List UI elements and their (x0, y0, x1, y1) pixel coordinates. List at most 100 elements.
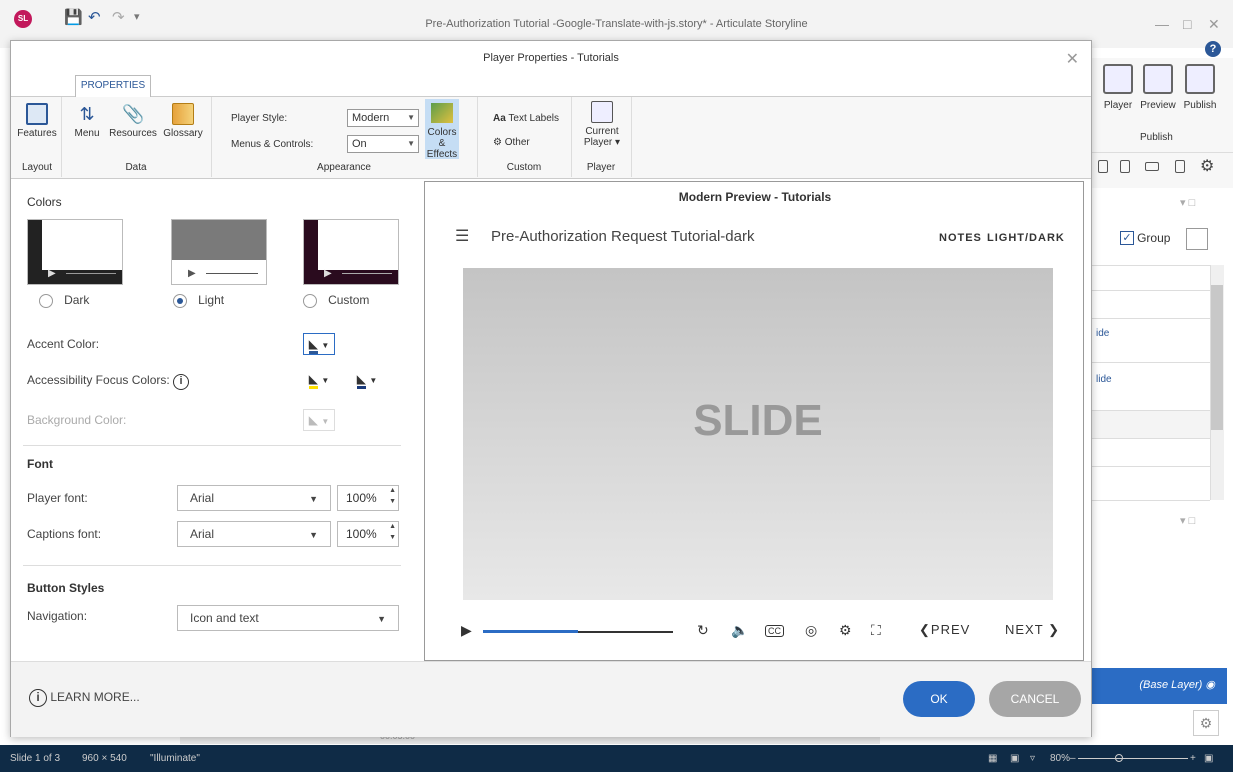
hamburger-menu-icon[interactable]: ☰ (455, 226, 469, 246)
next-button[interactable]: NEXT ❯ (1005, 622, 1060, 638)
layout-icon[interactable] (1098, 160, 1108, 173)
settings-gear-icon[interactable]: ⚙ (1200, 156, 1214, 176)
divider (1090, 290, 1210, 291)
text-labels-button[interactable]: Aa Text Labels (493, 113, 559, 124)
menu-button[interactable]: ⇅ Menu (67, 103, 107, 139)
closed-captions-icon[interactable]: CC (765, 625, 784, 637)
play-icon[interactable]: ▶ (461, 622, 472, 639)
variable-icon[interactable] (1186, 228, 1208, 250)
spinner-arrows-icon[interactable]: ▲ ▼ (389, 485, 396, 507)
glossary-button[interactable]: Glossary (161, 103, 205, 139)
zoom-out-icon[interactable]: – (1070, 745, 1076, 772)
divider (1090, 500, 1210, 501)
help-icon[interactable]: ? (1205, 41, 1221, 57)
paint-bucket-icon: ◣ (308, 413, 318, 427)
playback-speed-icon[interactable]: ◎ (805, 622, 817, 639)
scrollbar-thumb[interactable] (1211, 285, 1223, 430)
preview-icon (1143, 64, 1173, 94)
paint-bucket-icon: ◣ (308, 372, 318, 389)
divider (1090, 318, 1210, 319)
light-dark-toggle[interactable]: LIGHT/DARK (987, 232, 1065, 244)
resources-label: Resources (109, 128, 157, 139)
layout-icon[interactable] (1145, 162, 1159, 171)
focus-color-picker-2[interactable]: ◣ ▼ (351, 369, 383, 391)
other-button[interactable]: ⚙ Other (493, 137, 530, 148)
ok-button[interactable]: OK (903, 681, 975, 717)
tab-properties[interactable]: PROPERTIES (75, 75, 151, 97)
learn-more-link[interactable]: i LEARN MORE... (29, 689, 140, 707)
theme-name: "Illuminate" (150, 753, 200, 764)
light-radio[interactable]: Light (173, 293, 225, 309)
current-player-button[interactable]: Current Player ▾ (577, 101, 627, 148)
spinner-arrows-icon[interactable]: ▲ ▼ (389, 521, 396, 543)
radio-button[interactable] (173, 294, 187, 309)
player-font-select[interactable]: Arial ▼ (177, 485, 331, 511)
player-style-select[interactable]: Modern ▼ (347, 109, 419, 127)
slide-list-item[interactable]: ide (1096, 328, 1109, 339)
accent-color-picker[interactable]: ◣ ▼ (303, 333, 335, 355)
captions-font-select[interactable]: Arial ▼ (177, 521, 331, 547)
captions-font-label: Captions font: (27, 527, 102, 541)
minimize-icon[interactable]: — (1155, 16, 1169, 32)
light-theme-thumbnail[interactable]: ▶ (171, 219, 267, 285)
group-checkbox[interactable]: ✓ Group (1120, 231, 1170, 245)
background-color-label: Background Color: (27, 413, 127, 427)
info-icon[interactable]: i (173, 374, 190, 390)
preview-button[interactable]: Preview (1138, 64, 1178, 111)
view-preview-icon[interactable]: ▿ (1030, 745, 1035, 772)
prev-button[interactable]: ❮PREV (919, 622, 970, 638)
slide-count: Slide 1 of 3 (10, 753, 61, 764)
panel-options-icon[interactable]: ▾ □ (1180, 514, 1195, 527)
chevron-down-icon: ▼ (377, 614, 386, 624)
notes-button[interactable]: NOTES (939, 232, 982, 244)
slide-list-item[interactable]: lide (1096, 374, 1112, 385)
fullscreen-icon[interactable]: ⛶ (871, 622, 881, 639)
layout-icon[interactable] (1175, 160, 1185, 173)
zoom-slider[interactable] (1078, 758, 1188, 759)
prev-label: PREV (930, 622, 971, 637)
button-styles-heading: Button Styles (27, 581, 105, 595)
volume-icon[interactable]: 🔈 (731, 622, 748, 639)
colors-heading: Colors (27, 195, 62, 209)
zoom-slider-thumb[interactable] (1115, 754, 1123, 762)
colors-effects-button[interactable]: Colors & Effects (425, 99, 459, 160)
light-theme-slide (172, 220, 266, 260)
eye-icon[interactable]: ◉ (1205, 679, 1215, 691)
radio-button[interactable] (303, 294, 317, 309)
navigation-style-select[interactable]: Icon and text ▼ (177, 605, 399, 631)
zoom-in-icon[interactable]: + (1190, 745, 1196, 772)
settings-gear-icon[interactable]: ⚙ (839, 622, 852, 639)
focus-color-picker-1[interactable]: ◣ ▼ (303, 369, 335, 391)
menus-controls-select[interactable]: On ▼ (347, 135, 419, 153)
publish-button[interactable]: Publish (1180, 64, 1220, 111)
cancel-button[interactable]: CANCEL (989, 681, 1081, 717)
dark-radio[interactable]: Dark (39, 293, 89, 309)
player-font-size-value: 100% (346, 491, 377, 505)
light-label: Light (198, 293, 225, 307)
radio-button[interactable] (39, 294, 53, 309)
replay-icon[interactable]: ↻ (697, 622, 709, 639)
view-normal-icon[interactable]: ▦ (988, 745, 997, 772)
player-button[interactable]: Player (1098, 64, 1138, 111)
panel-options-icon[interactable]: ▾ □ (1180, 196, 1195, 209)
close-icon[interactable]: ✕ (1066, 49, 1079, 69)
layer-settings-gear-icon[interactable]: ⚙ (1193, 710, 1219, 736)
custom-radio[interactable]: Custom (303, 293, 369, 309)
layout-icon[interactable] (1120, 160, 1130, 173)
features-button[interactable]: Features (17, 103, 57, 139)
close-window-icon[interactable]: ✕ (1208, 16, 1220, 33)
captions-font-size-spinner[interactable]: 100% ▲ ▼ (337, 521, 399, 547)
section-header (1090, 410, 1210, 438)
navigation-style-value: Icon and text (190, 611, 259, 625)
maximize-icon[interactable]: □ (1183, 16, 1191, 32)
player-font-size-spinner[interactable]: 100% ▲ ▼ (337, 485, 399, 511)
view-slide-icon[interactable]: ▣ (1010, 745, 1019, 772)
status-bar: Slide 1 of 3 960 × 540 "Illuminate" ▦ ▣ … (0, 745, 1233, 772)
resources-button[interactable]: 📎 Resources (107, 103, 159, 139)
base-layer-row[interactable]: (Base Layer) ◉ (1090, 668, 1227, 704)
navigation-label: Navigation: (27, 609, 88, 623)
fit-to-window-icon[interactable]: ▣ (1204, 745, 1213, 772)
custom-theme-thumbnail[interactable]: ▶ (303, 219, 399, 285)
dark-theme-thumbnail[interactable]: ▶ (27, 219, 123, 285)
player-font-label: Player font: (27, 491, 88, 505)
